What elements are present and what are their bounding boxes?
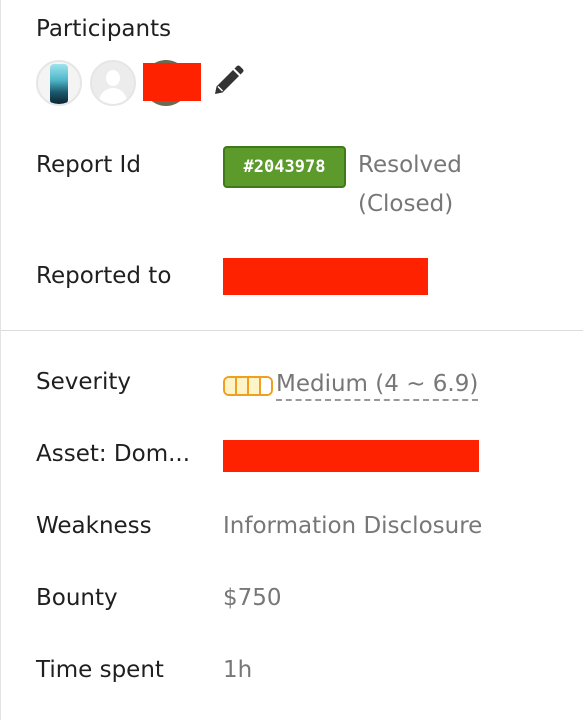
asset-label: Asset: Dom... <box>36 441 191 467</box>
hacker-image-icon <box>50 64 68 104</box>
user-silhouette-icon <box>106 70 120 86</box>
time-spent-value: 1h <box>223 657 253 683</box>
weakness-value: Information Disclosure <box>223 513 483 539</box>
participant-avatar-default[interactable] <box>90 60 136 106</box>
report-metadata-panel: Participants Report Id #2043978 Resolved… <box>0 0 583 720</box>
report-status-line2: (Closed) <box>358 191 454 217</box>
reported-to-label: Reported to <box>36 263 172 289</box>
redacted-program-name <box>223 258 428 295</box>
severity-value[interactable]: Medium (4 ~ 6.9) <box>276 371 479 401</box>
report-status-line1: Resolved <box>358 152 462 178</box>
participants-label: Participants <box>36 16 172 42</box>
bounty-value: $750 <box>223 585 282 611</box>
bounty-label: Bounty <box>36 585 118 611</box>
report-id-badge[interactable]: #2043978 <box>223 146 346 188</box>
pencil-icon[interactable] <box>211 64 245 98</box>
severity-label: Severity <box>36 369 131 395</box>
redacted-participant <box>143 63 201 101</box>
redacted-asset <box>223 440 479 472</box>
section-divider <box>1 330 583 331</box>
time-spent-label: Time spent <box>36 657 164 683</box>
report-id-label: Report Id <box>36 152 141 178</box>
participant-avatar[interactable] <box>36 60 82 106</box>
severity-meter-icon <box>223 376 273 396</box>
weakness-label: Weakness <box>36 513 152 539</box>
